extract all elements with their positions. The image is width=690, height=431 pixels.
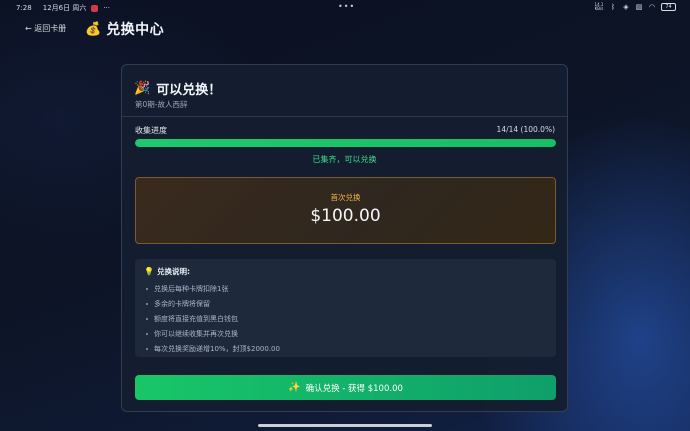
money-bag-icon: 💰	[85, 21, 102, 37]
reward-box: 首次兑换 $100.00	[135, 177, 556, 244]
page-title: 兑换中心	[106, 22, 165, 38]
info-item-text: 兑换后每种卡牌扣除1张	[154, 284, 229, 293]
info-item-text: 你可以继续收集并再次兑换	[154, 329, 238, 338]
confirm-redeem-label: 确认兑换 - 获得 $100.00	[305, 383, 403, 394]
confirm-redeem-button[interactable]: ✨ 确认兑换 - 获得 $100.00	[135, 375, 556, 400]
info-item-text: 额度将直接充值到黑白钱包	[154, 314, 238, 323]
bullet-icon	[146, 347, 148, 350]
card-title: 可以兑换！	[156, 83, 222, 98]
back-button[interactable]: ← 返回卡册	[25, 23, 66, 34]
info-title: 兑换说明:	[156, 267, 190, 276]
status-bar: 7:28 12月6日 周六 ··· ••• 14.1 KB/s ᛒ ◈ ▨ ◠ 7…	[0, 0, 690, 15]
info-list: 兑换后每种卡牌扣除1张 多余的卡牌将保留 额度将直接充值到黑白钱包 你可以继续收…	[146, 281, 280, 356]
info-header: 💡 兑换说明:	[144, 266, 190, 277]
list-item: 额度将直接充值到黑白钱包	[146, 311, 280, 326]
list-item: 每次兑换奖励递增10%，封顶$2000.00	[146, 341, 280, 356]
home-indicator[interactable]	[258, 424, 432, 427]
progress-bar	[135, 139, 556, 147]
wifi-icon: ◠	[648, 2, 656, 11]
bullet-icon	[146, 302, 148, 305]
bullet-icon	[146, 317, 148, 320]
redeem-card: 🎉 可以兑换！ 第0期-故人西辞 收集进度 14/14 (100.0%) 已集齐…	[121, 64, 568, 412]
reward-label: 首次兑换	[330, 193, 361, 202]
progress-count: 14/14 (100.0%)	[496, 125, 555, 134]
silent-icon: ◈	[623, 2, 629, 11]
card-title-row: 🎉 可以兑换！	[134, 79, 221, 98]
info-item-text: 多余的卡牌将保留	[154, 299, 210, 308]
status-time: 7:28	[16, 4, 32, 12]
page-title-group: 💰 兑换中心	[85, 19, 164, 39]
bluetooth-icon: ᛒ	[610, 2, 616, 11]
card-divider	[122, 116, 567, 117]
status-right: 14.1 KB/s ᛒ ◈ ▨ ◠ 74	[594, 3, 676, 11]
multitask-dots[interactable]: •••	[338, 2, 355, 11]
app-header: ← 返回卡册 💰 兑换中心	[0, 16, 690, 42]
no-sim-icon: ▨	[635, 2, 643, 11]
network-speed: 14.1 KB/s	[594, 2, 604, 11]
reward-amount: $100.00	[310, 206, 381, 226]
sparkles-icon: ✨	[288, 382, 301, 393]
status-left: 7:28 12月6日 周六 ···	[16, 3, 110, 13]
list-item: 兑换后每种卡牌扣除1张	[146, 281, 280, 296]
progress-bar-fill	[135, 139, 556, 147]
status-date: 12月6日 周六	[42, 4, 87, 12]
progress-status: 已集齐，可以兑换	[312, 155, 377, 164]
info-item-text: 每次兑换奖励递增10%，封顶$2000.00	[154, 344, 280, 353]
progress-label: 收集进度	[135, 126, 167, 135]
app-notification-icon	[91, 4, 99, 12]
bullet-icon	[146, 332, 148, 335]
bullet-icon	[146, 287, 148, 290]
list-item: 多余的卡牌将保留	[146, 296, 280, 311]
card-subtitle: 第0期-故人西辞	[135, 100, 188, 109]
lightbulb-icon: 💡	[144, 267, 154, 276]
list-item: 你可以继续收集并再次兑换	[146, 326, 280, 341]
status-overflow: ···	[103, 4, 111, 12]
battery-icon: 74	[661, 3, 676, 11]
party-popper-icon: 🎉	[134, 81, 151, 96]
redeem-info-box: 💡 兑换说明: 兑换后每种卡牌扣除1张 多余的卡牌将保留 额度将直接充值到黑白钱…	[135, 259, 556, 357]
